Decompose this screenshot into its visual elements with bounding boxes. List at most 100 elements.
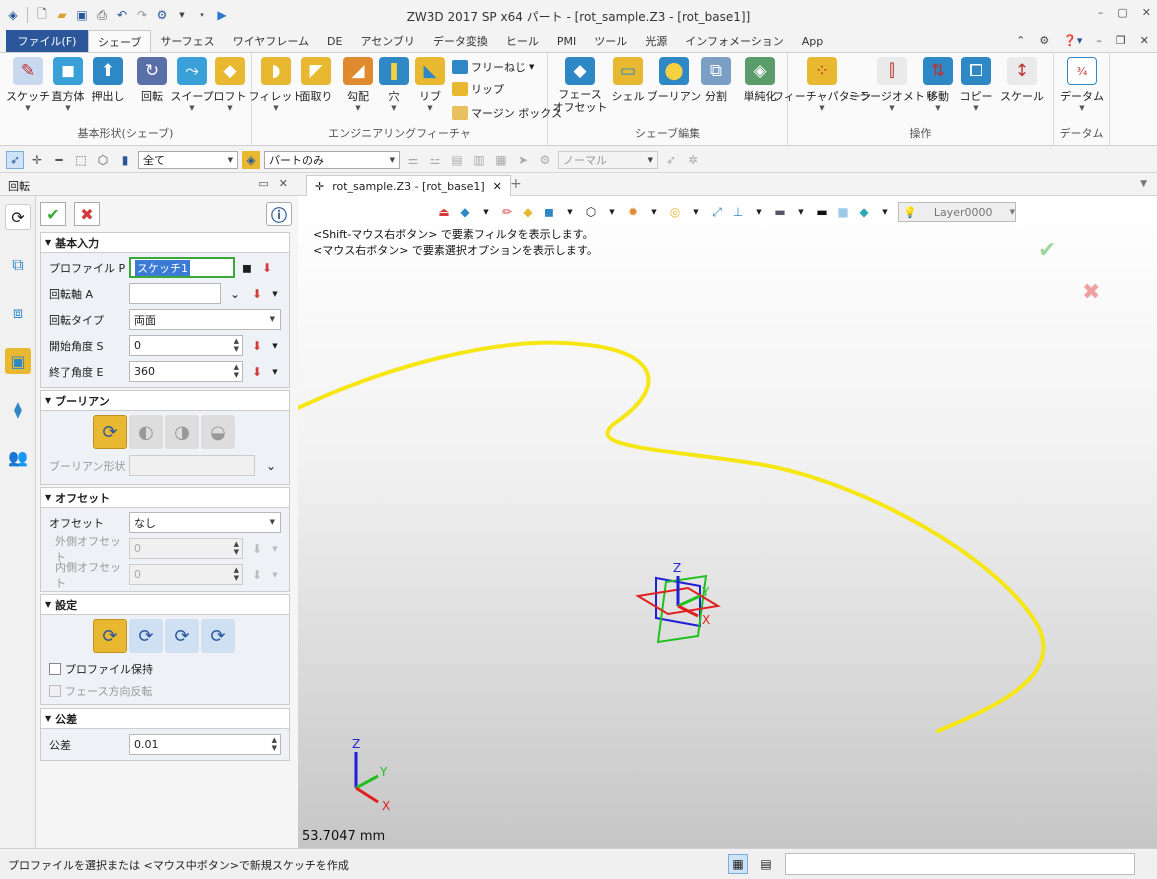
properties-icon[interactable]: ⧫ xyxy=(5,396,31,422)
spinner-icon[interactable]: ▲ ▼ xyxy=(234,337,239,353)
new-file-icon[interactable]: 🗋 xyxy=(34,7,50,23)
settings-gear-icon[interactable]: ⚙ xyxy=(154,7,170,23)
hole-button[interactable]: ❚ 穴 ▼ xyxy=(374,57,414,112)
panel-menu-icon[interactable]: ▭ xyxy=(258,177,268,190)
margin-box-button[interactable]: マージン ボックス xyxy=(452,105,562,121)
print-icon[interactable]: ⎙ xyxy=(94,7,110,23)
mode1-icon[interactable]: ▤ xyxy=(448,151,466,169)
tab-surface[interactable]: サーフェス xyxy=(151,30,223,52)
mode2-icon[interactable]: ▥ xyxy=(470,151,488,169)
save-icon[interactable]: ▣ xyxy=(74,7,90,23)
pick-arrow-icon[interactable]: ⬇ xyxy=(249,567,265,583)
boolean-remove-icon[interactable]: ◑ xyxy=(165,415,199,449)
datum-button[interactable]: ¾ データム ▼ xyxy=(1060,57,1104,112)
chevron-down-icon[interactable]: ▼ xyxy=(267,567,283,583)
open-folder-icon[interactable]: ▰ xyxy=(54,7,70,23)
line-icon[interactable]: ━ xyxy=(50,151,68,169)
restore-icon[interactable]: ▢ xyxy=(1117,6,1127,19)
info-button[interactable]: ⓘ xyxy=(266,202,292,226)
setting-option1-icon[interactable]: ⟳ xyxy=(93,619,127,653)
tab-assembly[interactable]: アセンブリ xyxy=(351,30,423,52)
box-button[interactable]: ◼ 直方体 ▼ xyxy=(48,57,88,112)
mode3-icon[interactable]: ▦ xyxy=(492,151,510,169)
revolve-panel-icon[interactable]: ⟳ xyxy=(5,204,31,230)
setting-option3-icon[interactable]: ⟳ xyxy=(165,619,199,653)
view-mode-select[interactable]: ノーマル ▼ xyxy=(558,150,658,169)
end-angle-field[interactable]: 360 ▲ ▼ xyxy=(129,361,243,382)
tab-information[interactable]: インフォメーション xyxy=(676,30,792,52)
minimize-icon[interactable]: – xyxy=(1098,6,1104,19)
setting-option4-icon[interactable]: ⟳ xyxy=(201,619,235,653)
tab-file[interactable]: ファイル(F) xyxy=(6,30,88,52)
tab-light[interactable]: 光源 xyxy=(636,30,676,52)
pick-arrow-icon[interactable]: ⬇ xyxy=(259,260,275,276)
tab-list-icon[interactable]: ▼ xyxy=(1140,179,1147,189)
user-icon[interactable]: 👥 xyxy=(5,444,31,470)
section-tolerance[interactable]: ▼ 公差 xyxy=(40,708,290,729)
sweep-button[interactable]: ⤳ スイープ ▼ xyxy=(170,57,214,112)
part-filter-icon[interactable]: ◈ xyxy=(242,150,260,169)
ok-check-button[interactable]: ✔ xyxy=(40,202,66,226)
document-tab[interactable]: ✛ rot_sample.Z3 - [rot_base1] ✕ xyxy=(306,175,511,196)
window-min-icon[interactable]: – xyxy=(1096,34,1102,47)
mirror-geometry-button[interactable]: ⫿ ミラージオメトリ ▼ xyxy=(848,57,936,112)
cancel-x-button[interactable]: ✖ xyxy=(74,202,100,226)
filter-select[interactable]: 全て ▼ xyxy=(138,150,238,169)
tab-tools[interactable]: ツール xyxy=(585,30,636,52)
outer-offset-field[interactable]: 0 ▲ ▼ xyxy=(129,538,243,559)
pick-arrow-icon[interactable]: ⬇ xyxy=(249,286,265,302)
boolean-intersect-icon[interactable]: ◒ xyxy=(201,415,235,449)
plus-icon[interactable]: ✛ xyxy=(28,151,46,169)
close-icon[interactable]: ✕ xyxy=(1142,6,1151,19)
fillet-button[interactable]: ◗ フィレット ▼ xyxy=(249,57,303,112)
chevron-down-icon[interactable]: ▼ xyxy=(267,364,283,380)
3d-viewport[interactable]: ⏏ ◆ ▼ ✏ ◆ ◼ ▼ ⬡ ▼ ✹ ▼ ◎ ▼ ⤢ ⊥ ▼ ▬ ▼ ▬ ■ … xyxy=(298,196,1157,848)
hierarchy-icon[interactable]: ⧈ xyxy=(5,300,31,326)
collapse-ribbon-icon[interactable]: ⌃ xyxy=(1016,34,1025,47)
arrow-icon[interactable]: ➶ xyxy=(662,151,680,169)
scale-button[interactable]: ↕ スケール xyxy=(1000,57,1044,104)
boolean-shape-field[interactable] xyxy=(129,455,255,476)
boolean-button[interactable]: ⬤ ブーリアン xyxy=(647,57,701,104)
section-settings[interactable]: ▼ 設定 xyxy=(40,594,290,615)
pick-icon[interactable]: ⚌ xyxy=(404,151,422,169)
face-offset-button[interactable]: ◆ フェース オフセット xyxy=(553,57,608,114)
status-view1-icon[interactable]: ▦ xyxy=(728,854,748,874)
box-select-icon[interactable]: ⬚ xyxy=(72,151,90,169)
spinner-icon[interactable]: ▲ ▼ xyxy=(272,736,277,752)
lip-button[interactable]: リップ xyxy=(452,81,504,97)
section-boolean[interactable]: ▼ ブーリアン xyxy=(40,390,290,411)
loft-button[interactable]: ◆ ロフト ▼ xyxy=(210,57,250,112)
cursor-icon[interactable]: ➤ xyxy=(514,151,532,169)
free-thread-button[interactable]: フリーねじ ▼ xyxy=(452,59,534,75)
chevron-down-icon[interactable]: ▼ xyxy=(267,286,283,302)
app-logo-icon[interactable]: ◈ xyxy=(5,7,21,23)
tab-heal[interactable]: ヒール xyxy=(497,30,548,52)
chevron-down-icon[interactable]: ▼ xyxy=(174,7,190,23)
axis-field[interactable] xyxy=(129,283,221,304)
tab-pmi[interactable]: PMI xyxy=(548,30,585,52)
pick-arrow-icon[interactable]: ⬇ xyxy=(249,338,265,354)
gear-icon[interactable]: ⚙ xyxy=(1039,34,1049,47)
select-pointer-icon[interactable]: ➶ xyxy=(6,150,24,169)
redo-icon[interactable]: ↷ xyxy=(134,7,150,23)
extrude-button[interactable]: ⬆ 押出し xyxy=(88,57,128,104)
chamfer-button[interactable]: ◤ 面取り xyxy=(296,57,336,104)
pick-arrow-icon[interactable]: ⬇ xyxy=(249,364,265,380)
split-button[interactable]: ⧉ 分割 xyxy=(696,57,736,104)
copy-button[interactable]: ⧠ コピー ▼ xyxy=(956,57,996,112)
panel-close-icon[interactable]: ✕ xyxy=(279,177,288,190)
window-restore-icon[interactable]: ❐ xyxy=(1116,34,1126,47)
pick-arrow-icon[interactable]: ⬇ xyxy=(249,541,265,557)
tab-app[interactable]: App xyxy=(793,30,833,52)
tolerance-field[interactable]: 0.01 ▲ ▼ xyxy=(129,734,281,755)
reverse-face-checkbox[interactable]: フェース方向反転 xyxy=(49,683,152,699)
tab-wireframe[interactable]: ワイヤフレーム xyxy=(224,30,318,52)
inner-offset-field[interactable]: 0 ▲ ▼ xyxy=(129,564,243,585)
close-tab-icon[interactable]: ✕ xyxy=(493,180,502,193)
tab-data-conversion[interactable]: データ変換 xyxy=(424,30,497,52)
boolean-add-icon[interactable]: ◐ xyxy=(129,415,163,449)
new-tab-icon[interactable]: + xyxy=(510,176,522,192)
profile-field[interactable]: スケッチ1 xyxy=(129,257,235,278)
revolve-button[interactable]: ↻ 回転 xyxy=(132,57,172,104)
